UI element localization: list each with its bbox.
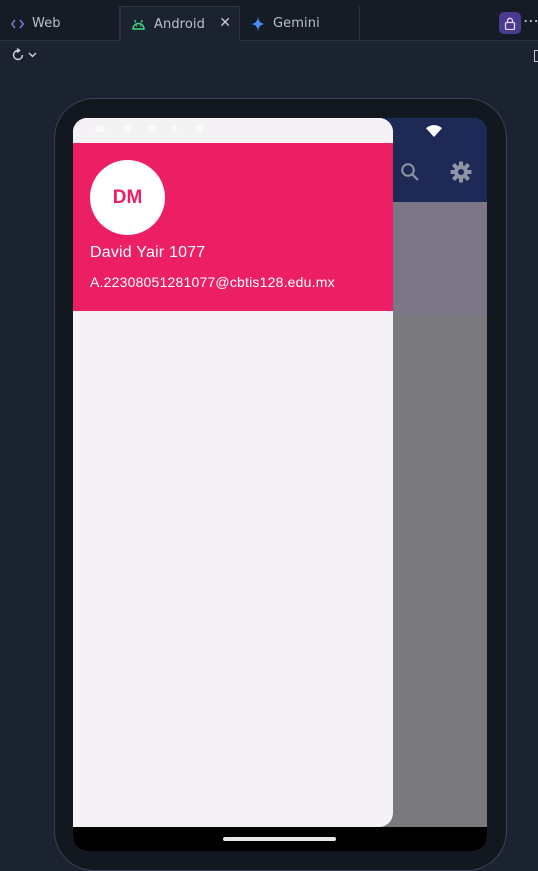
status-indicator: [147, 126, 157, 132]
user-name: David Yair 1077: [90, 244, 206, 261]
ide-toolbar: [0, 41, 538, 77]
avatar[interactable]: DM: [90, 160, 165, 235]
close-icon[interactable]: ✕: [219, 16, 231, 30]
ide-tab-bar: Web Android ✕ Gemini ⋯: [0, 0, 538, 41]
status-indicator: [171, 126, 177, 132]
gear-icon[interactable]: [450, 161, 472, 183]
search-icon[interactable]: [400, 162, 420, 182]
status-indicator: [195, 126, 203, 132]
tab-label: Gemini: [273, 16, 320, 31]
tab-label: Android: [154, 16, 205, 32]
lock-button[interactable]: [499, 12, 521, 34]
tab-gemini[interactable]: Gemini: [240, 6, 360, 41]
drawer-status-bar: [73, 118, 393, 143]
gemini-sparkle-icon: [251, 16, 265, 31]
refresh-button[interactable]: [11, 48, 37, 62]
tab-web[interactable]: Web: [0, 6, 120, 41]
refresh-icon: [12, 48, 24, 61]
tab-label: Web: [32, 16, 61, 31]
tab-android[interactable]: Android ✕: [120, 6, 240, 41]
navigation-drawer: DM David Yair 1077 A.22308051281077@cbti…: [73, 118, 393, 827]
panel-toggle-icon[interactable]: [534, 50, 538, 62]
user-email: A.22308051281077@cbtis128.edu.mx: [90, 274, 335, 290]
chevron-down-icon: [28, 52, 37, 58]
code-icon: [11, 19, 24, 28]
lock-icon: [504, 17, 516, 30]
status-time-blur: [95, 126, 105, 132]
wifi-icon: [426, 125, 442, 137]
android-icon: [132, 19, 145, 30]
device-screen: DM David Yair 1077 A.22308051281077@cbti…: [73, 118, 487, 851]
more-icon[interactable]: ⋯: [523, 13, 538, 29]
status-indicator: [123, 126, 131, 132]
drawer-header: DM David Yair 1077 A.22308051281077@cbti…: [73, 143, 393, 311]
home-gesture-bar[interactable]: [223, 837, 336, 841]
